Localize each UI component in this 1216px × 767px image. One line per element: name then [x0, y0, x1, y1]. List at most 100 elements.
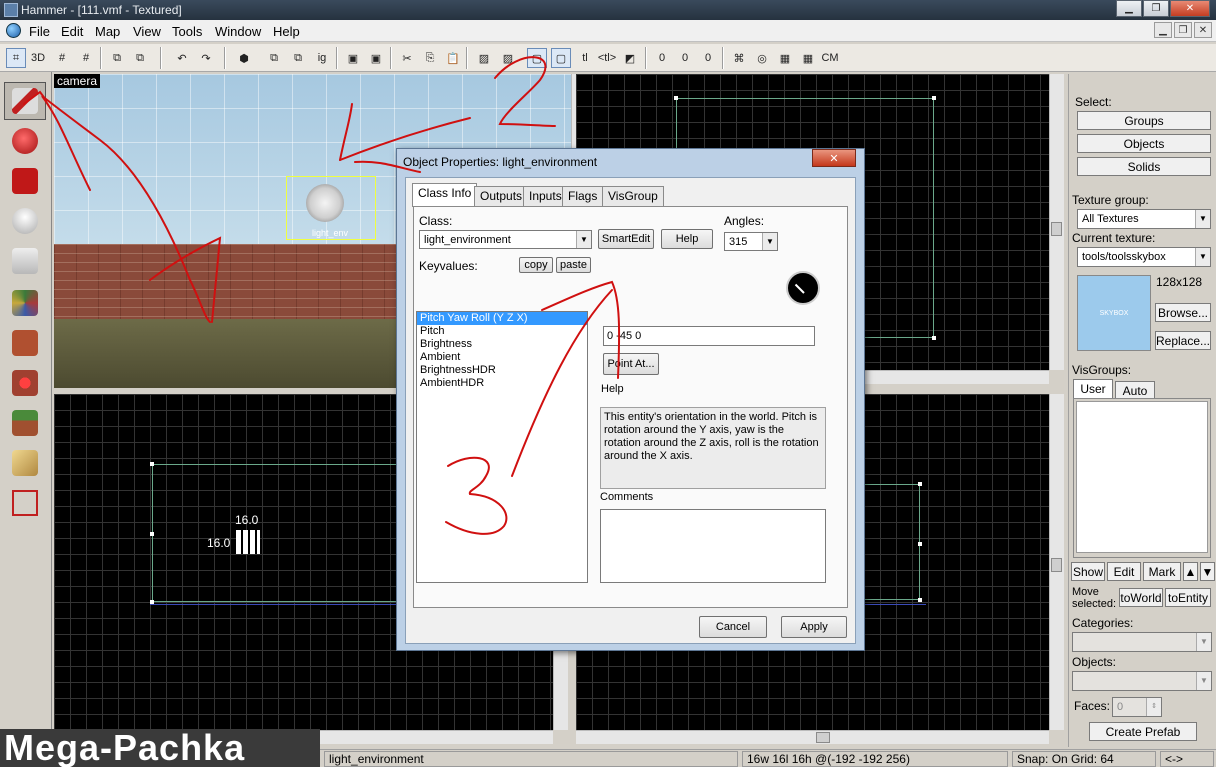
entity-marker-icon[interactable] — [236, 530, 260, 554]
top-view-vscroll[interactable] — [1049, 74, 1064, 370]
visgroup-show-button[interactable]: Show — [1071, 562, 1105, 581]
selection-tool[interactable] — [4, 82, 46, 120]
browse-button[interactable]: Browse... — [1155, 303, 1211, 322]
side-view-vscroll[interactable] — [1049, 394, 1064, 730]
cut-icon[interactable]: ✂ — [397, 48, 417, 68]
select-solids-button[interactable]: Solids — [1077, 157, 1211, 176]
help-button[interactable]: Help — [661, 229, 713, 249]
replace-button[interactable]: Replace... — [1155, 331, 1211, 350]
options-icon[interactable]: ⌘ — [729, 48, 749, 68]
objects-select[interactable]: ▼ — [1072, 671, 1212, 691]
keyvalue-item[interactable]: Ambient — [417, 351, 587, 364]
clipping-tool[interactable] — [4, 444, 46, 482]
tab-inputs[interactable]: Inputs — [523, 186, 568, 206]
categories-select[interactable]: ▼ — [1072, 632, 1212, 652]
ignore-groups-icon[interactable]: ig — [312, 48, 332, 68]
ungroup-icon[interactable]: ⧉ — [130, 48, 150, 68]
texture-thumbnail[interactable]: SKYBOX — [1077, 275, 1151, 351]
keyvalue-item[interactable]: Brightness — [417, 338, 587, 351]
paste-icon[interactable]: 📋 — [443, 48, 463, 68]
mdi-close-button[interactable]: ✕ — [1194, 22, 1212, 38]
redo-icon[interactable]: ↷ — [196, 48, 216, 68]
angles-select[interactable]: 315 ▼ — [724, 232, 778, 251]
menu-edit[interactable]: Edit — [61, 24, 83, 39]
tab-class-info[interactable]: Class Info — [412, 183, 478, 207]
cancel-button[interactable]: Cancel — [699, 616, 767, 638]
smaller-grid-icon[interactable]: # — [52, 48, 72, 68]
block-tool[interactable] — [4, 242, 46, 280]
current-texture-select[interactable]: tools/toolsskybox ▼ — [1077, 247, 1211, 267]
cordon-icon[interactable]: ▣ — [343, 48, 363, 68]
maximize-button[interactable]: ❐ — [1143, 0, 1169, 17]
texture-lock-icon[interactable]: ▨ — [474, 48, 494, 68]
smartedit-button[interactable]: SmartEdit — [598, 229, 654, 249]
move-down-icon[interactable]: ▼ — [1200, 562, 1215, 581]
menu-window[interactable]: Window — [215, 24, 261, 39]
map-properties-icon[interactable]: 0 — [698, 48, 718, 68]
move-up-icon[interactable]: ▲ — [1183, 562, 1198, 581]
vertex-tool[interactable] — [4, 484, 46, 522]
keyvalue-item[interactable]: AmbientHDR — [417, 377, 587, 390]
hide-unselected-icon[interactable]: ⧉ — [288, 48, 308, 68]
minimize-button[interactable]: ▁ — [1116, 0, 1142, 17]
toggle-models-icon[interactable]: ◩ — [620, 48, 640, 68]
entity-report-icon[interactable]: 0 — [652, 48, 672, 68]
faces-stepper[interactable]: 0 ⇕ — [1112, 697, 1162, 717]
dialog-close-button[interactable]: ✕ — [812, 149, 856, 167]
carve-icon[interactable]: ⬢ — [234, 48, 254, 68]
comments-textarea[interactable] — [600, 509, 826, 583]
toggle-tl2-icon[interactable]: <tl> — [597, 48, 617, 68]
texture-scale-lock-icon[interactable]: ▨ — [498, 48, 518, 68]
menu-map[interactable]: Map — [95, 24, 120, 39]
decal-tool[interactable] — [4, 364, 46, 402]
to-world-button[interactable]: toWorld — [1119, 588, 1163, 607]
sound-icon[interactable]: ◎ — [752, 48, 772, 68]
mdi-minimize-button[interactable]: ▁ — [1154, 22, 1172, 38]
camera-tool[interactable] — [4, 162, 46, 200]
toggle-grid-icon[interactable]: ⌗ — [6, 48, 26, 68]
class-select[interactable]: light_environment ▼ — [419, 230, 592, 249]
texture-app-icon[interactable]: ▦ — [798, 48, 818, 68]
side-view-hscroll[interactable] — [576, 730, 1049, 744]
texture-application-tool[interactable] — [4, 284, 46, 322]
select-groups-button[interactable]: Groups — [1077, 111, 1211, 130]
hide-selected-icon[interactable]: ⧉ — [264, 48, 284, 68]
undo-icon[interactable]: ↶ — [172, 48, 192, 68]
magnify-tool[interactable] — [4, 122, 46, 160]
close-window-button[interactable]: ✕ — [1170, 0, 1210, 17]
overlay-tool[interactable] — [4, 404, 46, 442]
select-by-handles-icon[interactable]: ▢ — [551, 48, 571, 68]
to-entity-button[interactable]: toEntity — [1165, 588, 1211, 607]
select-objects-button[interactable]: Objects — [1077, 134, 1211, 153]
mdi-restore-button[interactable]: ❐ — [1174, 22, 1192, 38]
light-env-sprite-icon[interactable] — [306, 184, 344, 222]
entity-tool[interactable] — [4, 202, 46, 240]
menu-view[interactable]: View — [133, 24, 161, 39]
keyvalue-item[interactable]: BrightnessHDR — [417, 364, 587, 377]
keyvalue-item[interactable]: Pitch — [417, 325, 587, 338]
cordon-edit-icon[interactable]: ▣ — [366, 48, 386, 68]
group-icon[interactable]: ⧉ — [107, 48, 127, 68]
apply-button[interactable]: Apply — [781, 616, 847, 638]
visgroup-list[interactable] — [1076, 401, 1208, 553]
visgroup-edit-button[interactable]: Edit — [1107, 562, 1141, 581]
menu-file[interactable]: File — [29, 24, 50, 39]
tab-flags[interactable]: Flags — [562, 186, 604, 206]
copy-icon[interactable]: ⎘ — [420, 48, 440, 68]
globe-icon[interactable] — [6, 23, 21, 38]
cm-icon[interactable]: CM — [820, 48, 840, 68]
keyvalue-item[interactable]: Pitch Yaw Roll (Y Z X) — [417, 312, 587, 325]
tab-visgroup[interactable]: VisGroup — [602, 186, 664, 206]
menu-tools[interactable]: Tools — [172, 24, 202, 39]
3d-grid-icon[interactable]: 3D — [28, 48, 48, 68]
texture-group-select[interactable]: All Textures ▼ — [1077, 209, 1211, 229]
selection-handles-icon[interactable]: ▢ — [527, 48, 547, 68]
toggle-tl-icon[interactable]: tl — [575, 48, 595, 68]
check-problems-icon[interactable]: 0 — [675, 48, 695, 68]
larger-grid-icon[interactable]: # — [76, 48, 96, 68]
point-at-button[interactable]: Point At... — [603, 353, 659, 375]
keyvalues-list[interactable]: Pitch Yaw Roll (Y Z X) Pitch Brightness … — [416, 311, 588, 583]
create-prefab-button[interactable]: Create Prefab — [1089, 722, 1197, 741]
visgroup-tab-user[interactable]: User — [1073, 379, 1113, 398]
apply-texture-tool[interactable] — [4, 324, 46, 362]
